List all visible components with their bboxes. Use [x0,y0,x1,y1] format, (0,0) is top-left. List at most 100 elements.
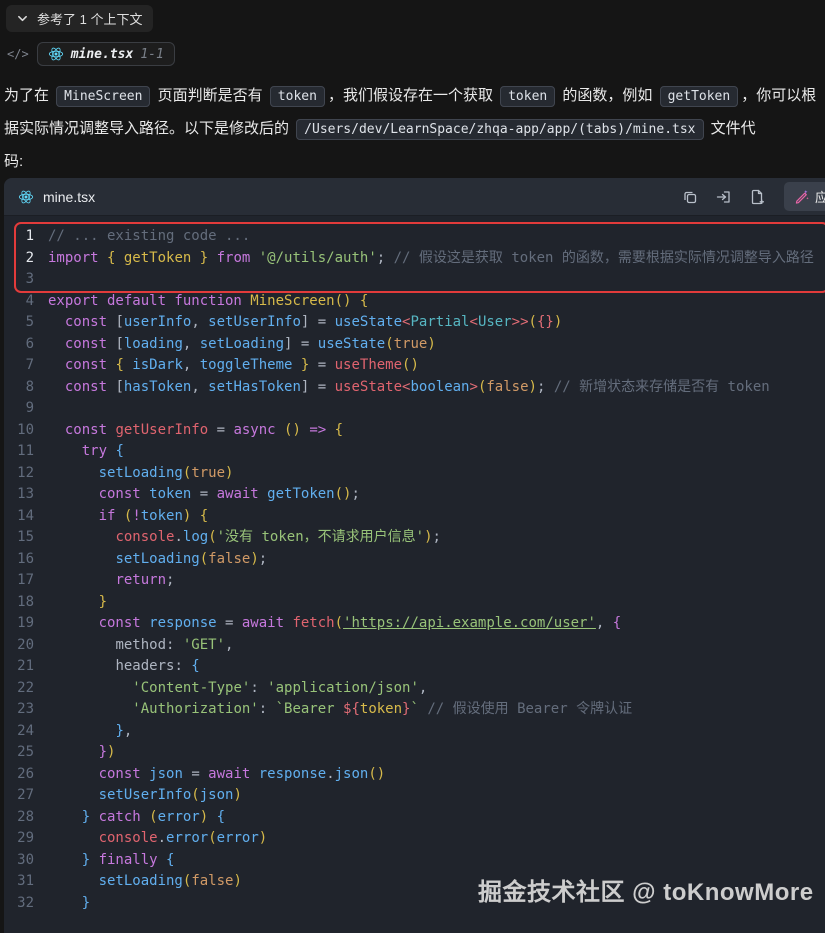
new-file-icon [749,189,765,205]
code-line-content: setLoading(false); [34,549,825,571]
message-line: 码: [4,145,821,178]
code-line-content: method: 'GET', [34,635,825,657]
code-line-content: const [loading, setLoading] = useState(t… [34,334,825,356]
line-number: 6 [4,334,34,356]
code-line: 8 const [hasToken, setHasToken] = useSta… [4,377,825,399]
message-text: 据实际情况调整导入路径。以下是修改后的 [4,120,293,137]
code-line-content: const json = await response.json() [34,764,825,786]
code-line-content: const response = await fetch('https://ap… [34,613,825,635]
code-line: 6 const [loading, setLoading] = useState… [4,334,825,356]
code-line-content: const { isDark, toggleTheme } = useTheme… [34,355,825,377]
line-number: 29 [4,828,34,850]
code-line-content: } [34,592,825,614]
code-line: 27 setUserInfo(json) [4,785,825,807]
line-number: 11 [4,441,34,463]
line-number: 28 [4,807,34,829]
code-line-content: const [hasToken, setHasToken] = useState… [34,377,825,399]
line-number: 9 [4,398,34,420]
code-icon: </> [7,47,29,61]
code-line: 28 } catch (error) { [4,807,825,829]
inline-code-chip: token [270,86,325,107]
code-line-content: setUserInfo(json) [34,785,825,807]
code-block-header: mine.tsx 应用 [4,178,825,216]
insert-icon [715,189,732,205]
code-line-content [34,269,825,291]
line-number: 10 [4,420,34,442]
code-line-content [34,398,825,420]
line-number: 3 [4,269,34,291]
code-block-actions: 应用 [682,182,817,211]
line-number: 8 [4,377,34,399]
code-line: 2import { getToken } from '@/utils/auth'… [4,248,825,270]
inline-code-chip: /Users/dev/LearnSpace/zhqa-app/app/(tabs… [296,119,703,140]
context-file-row: </> mine.tsx 1-1 [7,42,825,66]
code-line: 14 if (!token) { [4,506,825,528]
code-body: 1// ... existing code ...2import { getTo… [4,216,825,933]
line-number: 20 [4,635,34,657]
line-number: 1 [4,226,34,248]
code-line: 1// ... existing code ... [4,226,825,248]
code-block-filename: mine.tsx [43,189,95,205]
message-text: 码: [4,153,23,170]
context-toggle-label: 参考了 1 个上下文 [37,9,142,28]
code-line-content: export default function MineScreen() { [34,291,825,313]
code-line-content: setLoading(true) [34,463,825,485]
inline-code-chip: MineScreen [56,86,150,107]
code-block: mine.tsx 应用 1// ... existing code ...2im… [4,178,825,933]
code-line: 5 const [userInfo, setUserInfo] = useSta… [4,312,825,334]
code-line: 17 return; [4,570,825,592]
code-line: 32 } [4,893,825,915]
assistant-message: 为了在 MineScreen 页面判断是否有 token，我们假设存在一个获取 … [4,79,821,178]
message-text: 为了在 [4,87,53,104]
context-file-range: 1-1 [140,47,163,62]
code-line-content: } [34,893,825,915]
line-number: 27 [4,785,34,807]
line-number: 5 [4,312,34,334]
code-line: 19 const response = await fetch('https:/… [4,613,825,635]
line-number: 4 [4,291,34,313]
apply-button[interactable]: 应用 [784,182,825,211]
message-text: 的函数，例如 [558,87,656,104]
code-line-content: if (!token) { [34,506,825,528]
code-line: 20 method: 'GET', [4,635,825,657]
context-file-chip[interactable]: mine.tsx 1-1 [37,42,175,66]
code-line: 16 setLoading(false); [4,549,825,571]
context-toggle-button[interactable]: 参考了 1 个上下文 [6,5,153,32]
copy-button[interactable] [682,189,698,205]
message-text: ，你可以根 [741,87,816,104]
insert-into-editor-button[interactable] [715,189,732,205]
line-number: 21 [4,656,34,678]
code-line: 31 setLoading(false) [4,871,825,893]
code-line: 26 const json = await response.json() [4,764,825,786]
code-line: 10 const getUserInfo = async () => { [4,420,825,442]
code-line-content: import { getToken } from '@/utils/auth';… [34,248,825,270]
code-line-content: setLoading(false) [34,871,825,893]
code-line-content: headers: { [34,656,825,678]
line-number: 32 [4,893,34,915]
code-line: 25 }) [4,742,825,764]
new-file-button[interactable] [749,189,765,205]
code-line: 29 console.error(error) [4,828,825,850]
line-number: 19 [4,613,34,635]
code-line-content: const getUserInfo = async () => { [34,420,825,442]
code-line-content: 'Content-Type': 'application/json', [34,678,825,700]
code-line: 13 const token = await getToken(); [4,484,825,506]
react-icon [48,46,64,62]
line-number: 24 [4,721,34,743]
code-line: 21 headers: { [4,656,825,678]
message-line: 据实际情况调整导入路径。以下是修改后的 /Users/dev/LearnSpac… [4,112,821,145]
context-toggle-bar: 参考了 1 个上下文 [0,0,825,32]
code-line-content: } finally { [34,850,825,872]
code-line: 15 console.log('没有 token，不请求用户信息'); [4,527,825,549]
code-line-content: } catch (error) { [34,807,825,829]
code-line: 23 'Authorization': `Bearer ${token}` //… [4,699,825,721]
code-line-content: // ... existing code ... [34,226,825,248]
code-line-content: }, [34,721,825,743]
code-line: 4export default function MineScreen() { [4,291,825,313]
line-number: 16 [4,549,34,571]
inline-code-chip: token [500,86,555,107]
line-number: 22 [4,678,34,700]
line-number: 12 [4,463,34,485]
code-line: 7 const { isDark, toggleTheme } = useThe… [4,355,825,377]
line-number: 14 [4,506,34,528]
